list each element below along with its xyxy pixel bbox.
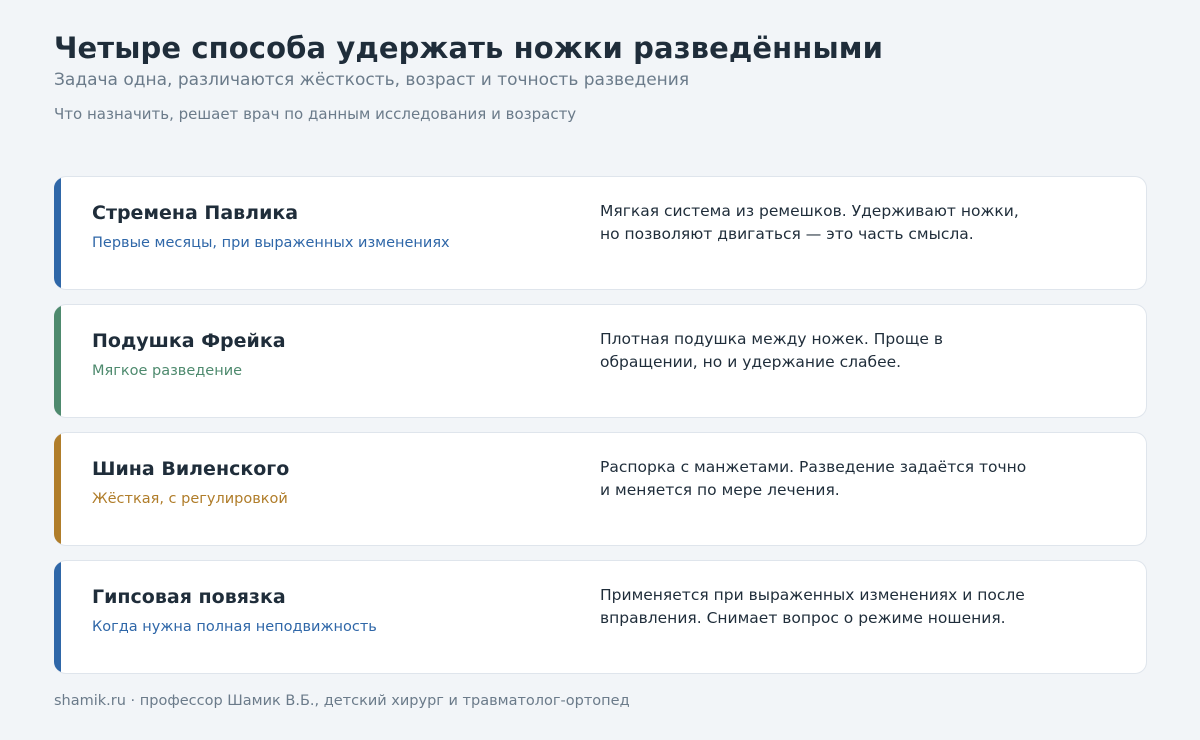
card-accent-bar [54,433,61,545]
card-description: Мягкая система из ремешков. Удерживают н… [600,202,1019,243]
method-card: Гипсовая повязка Когда нужна полная непо… [54,560,1147,674]
method-cards-list: Стремена Павлика Первые месяцы, при выра… [54,176,1147,688]
card-subtitle: Жёсткая, с регулировкой [92,491,288,507]
card-title: Подушка Фрейка [92,330,286,352]
card-accent-bar [54,177,61,289]
page-header: Четыре способа удержать ножки разведённы… [54,30,883,124]
card-accent-bar [54,561,61,673]
method-card: Шина Виленского Жёсткая, с регулировкой … [54,432,1147,546]
method-card: Подушка Фрейка Мягкое разведение Плотная… [54,304,1147,418]
card-title: Гипсовая повязка [92,586,286,608]
footer-credit: shamik.ru · профессор Шамик В.Б., детски… [54,693,630,709]
card-description: Плотная подушка между ножек. Проще в обр… [600,330,943,371]
page-note: Что назначить, решает врач по данным исс… [54,105,577,123]
method-card: Стремена Павлика Первые месяцы, при выра… [54,176,1147,290]
card-title: Шина Виленского [92,458,290,480]
card-title: Стремена Павлика [92,202,299,224]
card-subtitle: Первые месяцы, при выраженных изменениях [92,235,450,251]
card-subtitle: Мягкое разведение [92,363,243,379]
card-accent-bar [54,305,61,417]
card-description: Распорка с манжетами. Разведение задаётс… [600,458,1027,499]
page-subtitle: Задача одна, различаются жёсткость, возр… [54,70,690,90]
card-description: Применяется при выраженных изменениях и … [600,586,1025,627]
page-title: Четыре способа удержать ножки разведённы… [54,31,883,65]
card-subtitle: Когда нужна полная неподвижность [92,619,377,635]
